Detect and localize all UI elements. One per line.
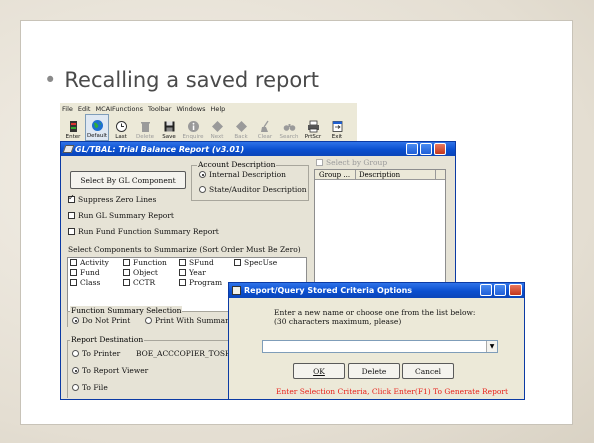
maximize-button[interactable] <box>420 143 432 155</box>
toolbar: Enter Default Last Delete Save Enquire N… <box>60 114 357 141</box>
clock-icon <box>115 121 127 132</box>
to-printer-radio[interactable]: To Printer <box>72 349 120 358</box>
clear-button[interactable]: Clear <box>253 114 277 141</box>
window-app-icon <box>62 145 75 153</box>
component-activity[interactable]: Activity <box>70 258 109 267</box>
component-specuse[interactable]: SpecUse <box>234 258 277 267</box>
component-object[interactable]: Object <box>123 268 158 277</box>
binoculars-icon <box>283 124 295 131</box>
report-destination-legend: Report Destination <box>70 335 145 344</box>
status-message: Enter Selection Criteria, Click Enter(F1… <box>276 387 509 396</box>
menu-mcaifunctions[interactable]: MCAIFunctions <box>95 105 143 113</box>
exit-icon <box>332 121 342 132</box>
delete-button[interactable]: Delete <box>348 363 400 379</box>
dialog-app-icon <box>232 286 241 295</box>
grid-header-group[interactable]: Group ... <box>319 171 350 179</box>
state-auditor-description-radio[interactable]: State/Auditor Description <box>199 185 307 194</box>
function-summary-legend: Function Summary Selection <box>70 306 183 315</box>
menu-edit[interactable]: Edit <box>78 105 91 113</box>
to-file-radio[interactable]: To File <box>72 383 108 392</box>
print-with-summary-radio[interactable]: Print With Summary <box>145 316 233 325</box>
component-function[interactable]: Function <box>123 258 167 267</box>
close-button[interactable] <box>434 143 446 155</box>
component-sfund[interactable]: SFund <box>179 258 214 267</box>
dialog-prompt-limit: (30 characters maximum, please) <box>274 317 402 326</box>
exit-button[interactable]: Exit <box>325 114 349 141</box>
run-gl-summary-checkbox[interactable]: Run GL Summary Report <box>68 211 174 220</box>
chevron-down-icon[interactable]: ▼ <box>486 341 497 352</box>
menubar: File Edit MCAIFunctions Toolbar Windows … <box>60 103 357 114</box>
account-description-legend: Account Description <box>197 160 277 169</box>
diamond-icon <box>235 121 247 132</box>
delete-toolbar-button[interactable]: Delete <box>133 114 157 141</box>
printer-icon <box>307 120 319 133</box>
components-label: Select Components to Summarize (Sort Ord… <box>68 245 301 254</box>
ok-button[interactable]: OK <box>293 363 345 379</box>
search-button[interactable]: Search <box>277 114 301 141</box>
dialog-close-button[interactable] <box>509 284 522 296</box>
suppress-zero-lines-checkbox[interactable]: Suppress Zero Lines <box>68 193 156 204</box>
globe-icon <box>91 120 103 131</box>
trash-icon <box>140 122 150 132</box>
main-titlebar[interactable]: GL/TBAL: Trial Balance Report (v3.01) <box>61 142 455 156</box>
default-button[interactable]: Default <box>85 114 109 141</box>
component-program[interactable]: Program <box>179 278 222 287</box>
to-report-viewer-radio[interactable]: To Report Viewer <box>72 366 148 375</box>
broom-icon <box>260 120 269 132</box>
dialog-prompt: Enter a new name or choose one from the … <box>274 308 476 317</box>
component-cctr[interactable]: CCTR <box>123 278 155 287</box>
diamond-icon <box>211 121 223 132</box>
save-button[interactable]: Save <box>157 114 181 141</box>
menu-windows[interactable]: Windows <box>176 105 205 113</box>
last-button[interactable]: Last <box>109 114 133 141</box>
menu-file[interactable]: File <box>62 105 73 113</box>
menu-toolbar[interactable]: Toolbar <box>148 105 171 113</box>
do-not-print-radio[interactable]: Do Not Print <box>72 316 130 325</box>
cancel-button[interactable]: Cancel <box>402 363 454 379</box>
minimize-button[interactable] <box>406 143 418 155</box>
dialog-maximize-button[interactable] <box>494 284 506 296</box>
floppy-icon <box>164 121 174 132</box>
criteria-name-combo[interactable]: ▼ <box>262 340 498 353</box>
select-by-group-checkbox[interactable]: Select by Group <box>316 158 387 167</box>
printer-name: BOE_ACCCOPIER_TOSHIB <box>136 349 240 358</box>
next-button[interactable]: Next <box>205 114 229 141</box>
dialog-minimize-button[interactable] <box>480 284 492 296</box>
grid-header: Group ... Description <box>315 170 445 180</box>
component-fund[interactable]: Fund <box>70 268 100 277</box>
select-by-gl-component-button[interactable]: Select By GL Component <box>70 171 186 189</box>
component-class[interactable]: Class <box>70 278 100 287</box>
slide-title: • Recalling a saved report <box>44 68 320 92</box>
dialog-titlebar[interactable]: Report/Query Stored Criteria Options <box>229 283 524 298</box>
grid-header-description[interactable]: Description <box>359 171 400 179</box>
enter-icon <box>69 121 77 132</box>
info-icon <box>187 121 199 132</box>
enquire-button[interactable]: Enquire <box>181 114 205 141</box>
stored-criteria-dialog: Report/Query Stored Criteria Options Ent… <box>228 282 525 400</box>
bullet-icon: • <box>44 68 57 92</box>
prtscr-button[interactable]: PrtScr <box>301 114 325 141</box>
menu-help[interactable]: Help <box>210 105 225 113</box>
component-year[interactable]: Year <box>179 268 206 277</box>
internal-description-radio[interactable]: Internal Description <box>199 170 286 179</box>
back-button[interactable]: Back <box>229 114 253 141</box>
enter-button[interactable]: Enter <box>61 114 85 141</box>
run-fund-function-summary-checkbox[interactable]: Run Fund Function Summary Report <box>68 227 219 236</box>
